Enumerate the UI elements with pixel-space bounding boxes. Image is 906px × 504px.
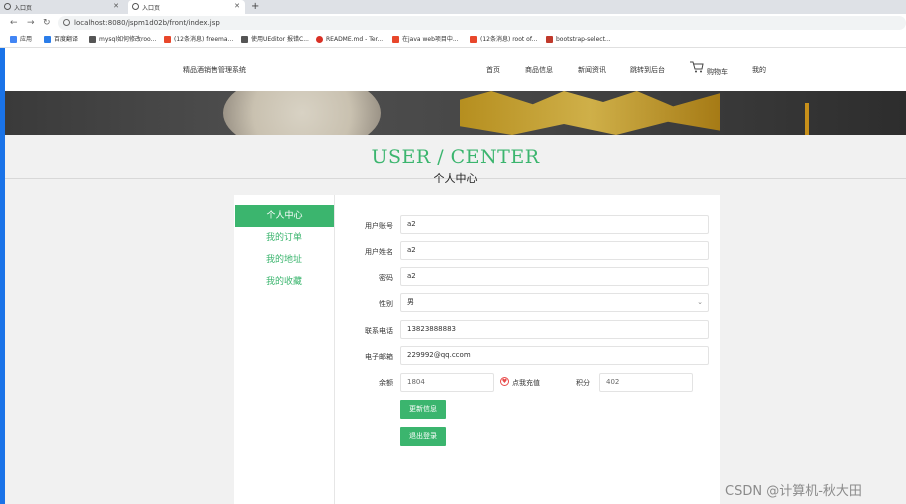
sidebar-item-address[interactable]: 我的地址 <box>234 249 334 271</box>
browser-tab-2[interactable]: 入口页 ✕ <box>128 0 245 14</box>
cart-icon[interactable] <box>690 61 704 73</box>
bookmark-item[interactable]: 百度翻译 <box>44 35 78 45</box>
chevron-down-icon: ⌄ <box>697 298 703 306</box>
csdn-icon <box>164 36 171 43</box>
heart-icon[interactable]: ♥ <box>500 377 509 386</box>
close-icon[interactable]: ✕ <box>234 2 240 10</box>
page-title-cn: 个人中心 <box>433 172 478 185</box>
banner-image <box>5 91 906 135</box>
url-text: localhost:8080/jspm1d02b/front/index.jsp <box>74 19 220 27</box>
browser-tab-bar: 入口页 ✕ 入口页 ✕ + <box>0 0 906 14</box>
bookmark-item[interactable]: (12条消息) freema... <box>164 35 233 45</box>
bookmark-item[interactable]: mysql如何修改roo... <box>89 35 156 45</box>
points-label: 积分 <box>576 379 590 387</box>
site-title: 精品酒销售管理系统 <box>183 66 246 74</box>
new-tab-button[interactable]: + <box>251 0 259 13</box>
phone-field[interactable]: 13823888883 <box>400 320 709 339</box>
chrome-icon <box>316 36 323 43</box>
email-field[interactable]: 229992@qq.ccom <box>400 346 709 365</box>
reload-icon[interactable]: ↻ <box>43 17 51 29</box>
update-info-button[interactable]: 更新信息 <box>400 400 446 419</box>
sidebar-item-favorites[interactable]: 我的收藏 <box>234 271 334 293</box>
back-arrow-icon[interactable]: ← <box>10 17 18 29</box>
bookmark-icon <box>89 36 96 43</box>
nav-mine[interactable]: 我的 <box>752 65 766 75</box>
translate-icon <box>44 36 51 43</box>
email-label: 电子邮箱 <box>365 353 393 361</box>
bookmark-label: bootstrap-select... <box>556 36 611 43</box>
bookmark-label: (12条消息) freema... <box>174 36 234 43</box>
tab-label: 入口页 <box>142 4 161 12</box>
phone-label: 联系电话 <box>365 327 393 335</box>
logout-button[interactable]: 退出登录 <box>400 427 446 446</box>
bookmark-label: 应用 <box>20 36 33 43</box>
page-title-en: USER / CENTER <box>371 146 540 168</box>
close-icon[interactable]: ✕ <box>113 2 119 10</box>
bookmark-apps[interactable]: 应用 <box>10 35 32 45</box>
browser-tab-1[interactable]: 入口页 ✕ <box>0 0 124 14</box>
bookmark-icon <box>241 36 248 43</box>
user-sidebar: 个人中心 我的订单 我的地址 我的收藏 <box>234 195 335 504</box>
nav-home[interactable]: 首页 <box>486 65 500 75</box>
nav-news[interactable]: 新闻资讯 <box>578 65 606 75</box>
csdn-icon <box>470 36 477 43</box>
bookmark-label: 百度翻译 <box>54 36 79 43</box>
globe-icon <box>132 3 139 10</box>
globe-icon <box>4 3 11 10</box>
bookmark-item[interactable]: 在java web项目中... <box>392 35 459 45</box>
name-label: 用户姓名 <box>365 248 393 256</box>
banner-calligraphy <box>460 91 720 135</box>
bookmark-label: (12条消息) root of... <box>480 36 538 43</box>
account-label: 用户账号 <box>365 222 393 230</box>
bookmark-label: 使用UEditor 报错C... <box>251 36 309 43</box>
address-bar-row: ← → ↻ localhost:8080/jspm1d02b/front/ind… <box>0 14 906 32</box>
nav-admin[interactable]: 跳转到后台 <box>630 65 665 75</box>
bookmark-label: mysql如何修改roo... <box>99 36 157 43</box>
bookmark-item[interactable]: 使用UEditor 报错C... <box>241 35 309 45</box>
sidebar-item-orders[interactable]: 我的订单 <box>234 227 334 249</box>
name-field[interactable]: a2 <box>400 241 709 260</box>
watermark: CSDN @计算机-秋大田 <box>725 484 862 499</box>
nav-products[interactable]: 商品信息 <box>525 65 553 75</box>
site-header: 精品酒销售管理系统 首页 商品信息 新闻资讯 跳转到后台 购物车 我的 <box>5 48 906 91</box>
csdn-icon <box>392 36 399 43</box>
nav-cart[interactable]: 购物车 <box>707 67 728 77</box>
forward-arrow-icon[interactable]: → <box>27 17 35 29</box>
gender-label: 性别 <box>379 300 393 308</box>
bookmark-icon <box>546 36 553 43</box>
info-icon[interactable] <box>63 19 70 26</box>
password-label: 密码 <box>379 274 393 282</box>
balance-field[interactable]: 1804 <box>400 373 494 392</box>
bookmark-item[interactable]: bootstrap-select... <box>546 35 611 45</box>
points-field[interactable]: 402 <box>599 373 693 392</box>
account-field[interactable]: a2 <box>400 215 709 234</box>
password-field[interactable]: a2 <box>400 267 709 286</box>
banner-decoration <box>805 103 809 135</box>
bookmarks-bar: 应用 百度翻译 mysql如何修改roo... (12条消息) freema..… <box>0 32 906 48</box>
bookmark-item[interactable]: (12条消息) root of... <box>470 35 537 45</box>
bookmark-item[interactable]: README.md - Ter... <box>316 35 383 45</box>
tab-label: 入口页 <box>14 4 33 12</box>
bookmark-label: README.md - Ter... <box>326 36 384 43</box>
balance-label: 余额 <box>379 379 393 387</box>
gender-value: 男 <box>407 298 414 306</box>
sidebar-item-profile[interactable]: 个人中心 <box>235 205 334 227</box>
apps-icon <box>10 36 17 43</box>
banner-decoration <box>223 91 381 135</box>
url-field[interactable]: localhost:8080/jspm1d02b/front/index.jsp <box>58 16 906 30</box>
bookmark-label: 在java web项目中... <box>402 36 459 43</box>
gender-select[interactable]: 男 ⌄ <box>400 293 709 312</box>
